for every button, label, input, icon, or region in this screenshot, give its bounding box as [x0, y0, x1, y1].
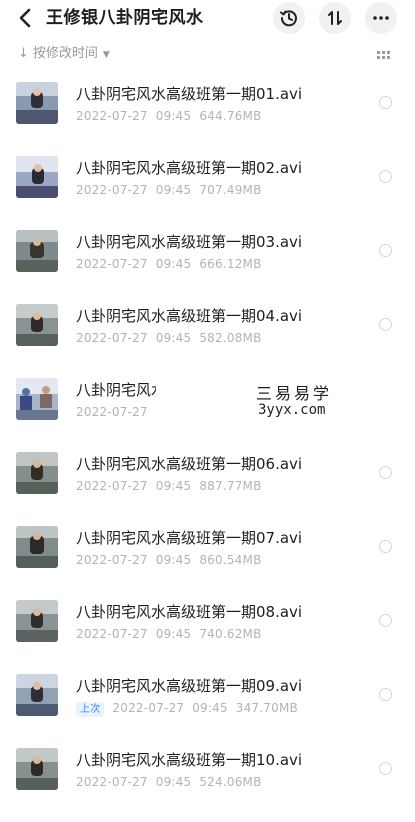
file-name: 八卦阴宅风水高级班第一期02.avi — [76, 159, 303, 177]
watermark-overlay: 三易易学 3yyx.com — [156, 378, 414, 422]
video-thumbnail — [16, 82, 58, 124]
video-thumbnail — [16, 156, 58, 198]
file-size: 707.49MB — [199, 183, 262, 197]
file-name: 八卦阴宅风水高级班第一期06.avi — [76, 455, 303, 473]
file-meta: 2022-07-27 09:45 524.06MB — [76, 774, 270, 790]
file-name: 八卦阴宅风水 — [76, 381, 167, 399]
file-size: 666.12MB — [199, 257, 262, 271]
file-date: 2022-07-27 — [76, 405, 148, 419]
history-button[interactable] — [273, 2, 305, 34]
file-name: 八卦阴宅风水高级班第一期07.avi — [76, 529, 303, 547]
file-row[interactable]: 八卦阴宅风水高级班第一期08.avi 2022-07-27 09:45 740.62… — [0, 600, 415, 674]
select-radio[interactable] — [379, 318, 392, 331]
file-row[interactable]: 八卦阴宅风水高级班第一期02.avi 2022-07-27 09:45 707.49… — [0, 156, 415, 230]
video-thumbnail — [16, 748, 58, 790]
file-row[interactable]: 八卦阴宅风水高级班第一期10.avi 2022-07-27 09:45 524.06… — [0, 748, 415, 822]
file-date: 2022-07-27 — [76, 183, 148, 197]
select-radio[interactable] — [379, 170, 392, 183]
file-time: 09:45 — [155, 479, 192, 493]
file-name: 八卦阴宅风水高级班第一期08.avi — [76, 603, 303, 621]
video-thumbnail — [16, 452, 58, 494]
page-title: 王修银八卦阴宅风水 — [46, 8, 204, 28]
more-icon — [373, 16, 389, 20]
file-row[interactable]: 八卦阴宅风水高级班第一期06.avi 2022-07-27 09:45 887.77… — [0, 452, 415, 526]
video-thumbnail — [16, 304, 58, 346]
select-radio[interactable] — [379, 96, 392, 109]
file-meta: 上次 2022-07-27 09:45 347.70MB — [76, 700, 306, 717]
back-arrow-icon[interactable] — [14, 6, 38, 30]
sort-toggle-icon — [328, 11, 342, 25]
file-row[interactable]: 八卦阴宅风水高级班第一期03.avi 2022-07-27 09:45 666.12… — [0, 230, 415, 304]
file-time: 09:45 — [155, 109, 192, 123]
file-date: 2022-07-27 — [76, 331, 148, 345]
video-thumbnail — [16, 378, 58, 420]
chevron-down-icon: ▼ — [102, 50, 110, 60]
file-name: 八卦阴宅风水高级班第一期03.avi — [76, 233, 303, 251]
file-name: 八卦阴宅风水高级班第一期09.avi — [76, 677, 303, 695]
file-meta: 2022-07-27 09:45 887.77MB — [76, 478, 270, 494]
more-button[interactable] — [365, 2, 397, 34]
file-date: 2022-07-27 — [112, 701, 185, 715]
file-size: 524.06MB — [199, 775, 262, 789]
file-meta: 2022-07-27 09:45 582.08MB — [76, 330, 270, 346]
file-date: 2022-07-27 — [76, 257, 148, 271]
file-meta: 2022-07-27 09:45 740.62MB — [76, 626, 270, 642]
file-row[interactable]: 八卦阴宅风水高级班第一期07.avi 2022-07-27 09:45 860.54… — [0, 526, 415, 600]
file-date: 2022-07-27 — [76, 109, 148, 123]
video-thumbnail — [16, 526, 58, 568]
file-meta: 2022-07-27 09:45 860.54MB — [76, 552, 270, 568]
file-size: 860.54MB — [199, 553, 262, 567]
video-thumbnail — [16, 600, 58, 642]
header-bar: 王修银八卦阴宅风水 — [0, 0, 415, 38]
file-time: 09:45 — [155, 553, 192, 567]
last-viewed-badge: 上次 — [76, 702, 105, 717]
file-date: 2022-07-27 — [76, 553, 148, 567]
file-row[interactable]: 八卦阴宅风水高级班第一期01.avi 2022-07-27 09:45 644.76… — [0, 82, 415, 156]
file-date: 2022-07-27 — [76, 479, 148, 493]
watermark-text: 三易易学 — [256, 384, 333, 403]
file-size: 740.62MB — [199, 627, 262, 641]
file-row[interactable]: 八卦阴宅风水高级班第一期04.avi 2022-07-27 09:45 582.08… — [0, 304, 415, 378]
file-size: 887.77MB — [199, 479, 262, 493]
file-name: 八卦阴宅风水高级班第一期10.avi — [76, 751, 303, 769]
watermark-url: 3yyx.com — [258, 402, 326, 418]
file-time: 09:45 — [192, 701, 228, 715]
file-name: 八卦阴宅风水高级班第一期04.avi — [76, 307, 303, 325]
file-name: 八卦阴宅风水高级班第一期01.avi — [76, 85, 303, 103]
select-radio[interactable] — [379, 688, 392, 701]
select-radio[interactable] — [379, 614, 392, 627]
file-row[interactable]: 八卦阴宅风水高级班第一期09.avi 上次 2022-07-27 09:45 347.… — [0, 674, 415, 748]
file-size: 644.76MB — [199, 109, 262, 123]
file-time: 09:45 — [155, 775, 192, 789]
select-radio[interactable] — [379, 540, 392, 553]
sort-label: 按修改时间 — [32, 46, 98, 61]
file-meta: 2022-07-27 09:45 707.49MB — [76, 182, 270, 198]
select-radio[interactable] — [379, 244, 392, 257]
video-thumbnail — [16, 230, 58, 272]
file-meta: 2022-07-27 09:45 644.76MB — [76, 108, 270, 124]
grid-view-icon[interactable] — [377, 48, 391, 67]
file-date: 2022-07-27 — [76, 627, 148, 641]
select-radio[interactable] — [379, 466, 392, 479]
sort-dropdown[interactable]: ↓ 按修改时间 ▼ — [18, 45, 110, 64]
select-radio[interactable] — [379, 762, 392, 775]
file-time: 09:45 — [155, 183, 192, 197]
sort-toggle-button[interactable] — [319, 2, 351, 34]
file-size: 582.08MB — [199, 331, 262, 345]
history-icon — [280, 10, 297, 27]
sort-bar: ↓ 按修改时间 ▼ — [0, 40, 415, 68]
video-thumbnail — [16, 674, 58, 716]
file-meta: 2022-07-27 09:45 666.12MB — [76, 256, 270, 272]
file-time: 09:45 — [155, 257, 192, 271]
file-time: 09:45 — [155, 331, 192, 345]
file-date: 2022-07-27 — [76, 775, 148, 789]
file-size: 347.70MB — [235, 701, 298, 715]
sort-arrow-icon: ↓ — [18, 46, 29, 61]
file-time: 09:45 — [155, 627, 192, 641]
